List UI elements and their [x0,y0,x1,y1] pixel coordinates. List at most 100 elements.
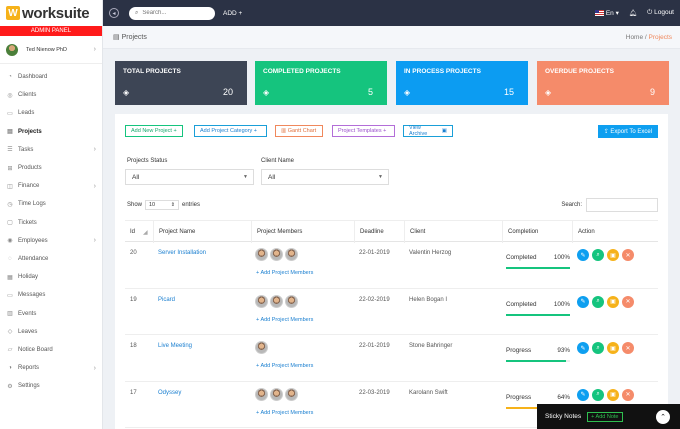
layers-icon: ◈ [123,88,130,97]
sidebar-item-products[interactable]: ⊞ Products [0,159,102,177]
member-avatar[interactable] [270,248,283,261]
export-excel-button[interactable]: ⇪ Export To Excel [597,125,658,138]
view-archive-button[interactable]: View Archive ▣ [403,125,453,137]
edit-icon[interactable]: ✎ [577,249,589,261]
member-avatar[interactable] [270,294,283,308]
col-project-name-label: Project Name [159,229,196,235]
sidebar-item-leaves[interactable]: ◇ Leaves [0,323,102,341]
sidebar-item-attendance[interactable]: ◌ Attendance [0,250,102,268]
project-name-link[interactable]: Odyssey [153,382,181,428]
entries-value: 10 [149,202,156,208]
sidebar-item-settings[interactable]: ⚙ Settings [0,377,102,395]
add-project-members-link[interactable]: + Add Project Members [256,410,313,416]
gantt-label: Gantt Chart [287,128,317,134]
gantt-chart-button[interactable]: ▥ Gantt Chart [275,125,323,137]
member-avatar[interactable] [270,387,283,401]
logo[interactable]: W worksuite [0,0,102,26]
archive-icon[interactable]: ▣ [607,342,619,354]
add-note-button[interactable]: + Add Note [587,411,623,422]
project-name-link[interactable]: Server Installation [153,242,206,288]
close-icon[interactable]: ✕ [622,249,634,261]
search-input[interactable] [142,10,203,16]
project-name-link[interactable]: Picard [153,289,175,335]
project-members [255,387,300,403]
member-avatar[interactable] [285,387,298,401]
sidebar-item-label: Leads [18,110,35,117]
sidebar-item-label: Events [18,310,37,317]
language-selector[interactable]: En ▾ [594,9,619,17]
add-button[interactable]: ADD + [223,10,242,17]
edit-icon[interactable]: ✎ [577,388,589,401]
close-icon[interactable]: ✕ [622,295,634,308]
archive-icon[interactable]: ▣ [607,295,619,308]
col-project-members[interactable]: Project Members [251,221,354,243]
project-name-link[interactable]: Live Meeting [153,335,192,381]
sidebar-item-tasks[interactable]: ☰ Tasks › [0,141,102,159]
sidebar-item-time-logs[interactable]: ◷ Time Logs [0,195,102,213]
add-project-members-link[interactable]: + Add Project Members [256,363,313,369]
show-label: Show [127,202,143,208]
member-avatar[interactable] [285,248,298,261]
bell-icon[interactable]: 🔔︎ [629,9,637,17]
col-completion[interactable]: Completion [502,221,572,243]
breadcrumb-home[interactable]: Home [626,34,643,41]
user-menu[interactable]: Ted Nienow PhD › [0,36,102,64]
add-project-button[interactable]: Add New Project + [125,125,183,137]
sidebar-item-clients[interactable]: ◎ Clients [0,86,102,104]
sidebar-item-projects[interactable]: ▤ Projects [0,123,102,141]
table-search-input[interactable] [586,198,658,212]
search-box[interactable]: ⌕ [129,6,215,20]
close-icon[interactable]: ✕ [622,388,634,401]
search-icon[interactable]: ⌕ [592,388,604,401]
edit-icon[interactable]: ✎ [577,295,589,308]
archive-icon[interactable]: ▣ [607,249,619,261]
sidebar-toggle-icon[interactable]: ◂ [109,8,119,18]
edit-icon[interactable]: ✎ [577,342,589,354]
client-filter-select[interactable]: All ▼ [261,169,389,185]
cell-deadline: 22-02-2019 [359,296,390,303]
sidebar-item-notice-board[interactable]: ▱ Notice Board [0,341,102,359]
col-id[interactable]: Id ◢ [125,221,153,243]
col-project-name[interactable]: Project Name [153,221,251,243]
member-avatar[interactable] [255,387,268,401]
reports-icon: ◑ [8,365,12,372]
chevron-right-icon: › [93,46,96,53]
sidebar-item-employees[interactable]: ◉ Employees › [0,232,102,250]
search-icon: ⌕ [135,9,139,16]
member-avatar[interactable] [255,294,268,308]
col-deadline[interactable]: Deadline [354,221,404,243]
col-client[interactable]: Client [404,221,502,243]
entries-select[interactable]: 10 ⇕ [145,200,179,210]
sidebar-item-finance[interactable]: ◫ Finance › [0,177,102,195]
search-icon[interactable]: ⌕ [592,342,604,354]
archive-icon[interactable]: ▣ [607,388,619,401]
language-label: En [605,10,614,17]
page-title-text: Projects [121,34,147,41]
sidebar-item-holiday[interactable]: ▦ Holiday [0,268,102,286]
status-filter-select[interactable]: All ▼ [125,169,254,185]
search-icon[interactable]: ⌕ [592,249,604,261]
project-templates-button[interactable]: Project Templates + [332,125,395,137]
logout-button[interactable]: ⏻ Logout [647,9,674,17]
member-avatar[interactable] [285,294,298,308]
add-category-button[interactable]: Add Project Category + [194,125,267,137]
sidebar-item-messages[interactable]: ▭ Messages [0,286,102,304]
sidebar-item-tickets[interactable]: ▢ Tickets [0,214,102,232]
stat-card-completed-projects: COMPLETED PROJECTS ◈ 5 [255,61,387,105]
progress-bar [506,267,570,269]
chevron-up-icon[interactable]: ⌃ [656,409,670,424]
add-project-members-link[interactable]: + Add Project Members [256,270,313,276]
close-icon[interactable]: ✕ [622,342,634,354]
sidebar-item-leads[interactable]: ▭ Leads [0,104,102,122]
sidebar-item-dashboard[interactable]: ◔ Dashboard [0,68,102,86]
member-avatar[interactable] [255,341,268,354]
member-avatar[interactable] [255,248,268,261]
search-icon[interactable]: ⌕ [592,295,604,308]
row-actions: ✎ ⌕ ▣ ✕ [577,295,634,308]
add-project-members-link[interactable]: + Add Project Members [256,317,313,323]
notice-board-icon: ▱ [7,347,13,354]
sidebar-item-events[interactable]: ▥ Events [0,304,102,322]
add-member-label: Add Project Members [260,270,314,276]
stat-card-title: COMPLETED PROJECTS [263,68,341,75]
sidebar-item-reports[interactable]: ◑ Reports › [0,359,102,377]
